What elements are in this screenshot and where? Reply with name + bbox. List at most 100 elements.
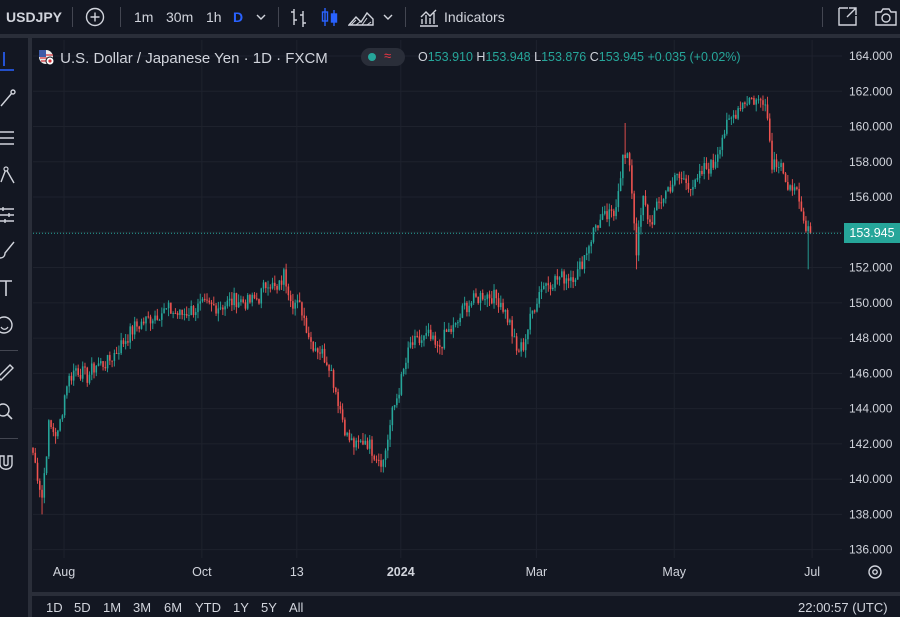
time-axis[interactable]: Aug Oct 13 2024 Mar May Jul <box>53 565 820 579</box>
candle-body <box>185 314 188 316</box>
candle-body <box>140 321 143 329</box>
candle-body <box>86 367 89 383</box>
interval-30m[interactable]: 30m <box>166 0 193 34</box>
fullscreen-button[interactable] <box>836 0 858 34</box>
candle-body <box>676 173 678 176</box>
interval-1m[interactable]: 1m <box>134 0 153 34</box>
candles-style-button[interactable] <box>320 0 340 34</box>
candles <box>32 95 812 515</box>
candle-body <box>396 398 398 406</box>
range-1y[interactable]: 1Y <box>233 600 249 615</box>
candle-body <box>264 282 267 289</box>
candle-body <box>382 459 385 467</box>
range-all[interactable]: All <box>289 600 303 615</box>
candle-body <box>680 178 683 180</box>
compare-symbol-button[interactable] <box>84 0 106 34</box>
candle-body <box>762 100 764 105</box>
candle-body <box>192 306 195 316</box>
candle-body <box>52 427 55 433</box>
candle-body <box>296 300 299 303</box>
brush-icon[interactable] <box>0 240 20 260</box>
candle-body <box>565 278 568 284</box>
candle-body <box>380 460 382 467</box>
interval-dropdown-button[interactable] <box>254 0 268 34</box>
candle-body <box>678 173 681 179</box>
market-status[interactable]: ≈ <box>361 48 405 66</box>
indicators-button[interactable]: Indicators <box>418 0 505 34</box>
candle-body <box>493 289 495 304</box>
chart-type-dropdown-button[interactable] <box>381 0 395 34</box>
candle-body <box>644 195 647 205</box>
candle-body <box>411 342 414 345</box>
candle-body <box>744 102 746 104</box>
y-tick-label: 136.000 <box>849 543 893 557</box>
candle-body <box>405 362 407 370</box>
forecast-icon[interactable] <box>0 204 20 224</box>
candle-body <box>339 405 342 410</box>
candle-body <box>540 289 543 293</box>
range-1d[interactable]: 1D <box>46 600 63 615</box>
candle-body <box>45 456 48 474</box>
candle-body <box>796 187 798 189</box>
range-ytd[interactable]: YTD <box>195 600 221 615</box>
symbol-search-button[interactable]: USDJPY <box>6 0 62 34</box>
ruler-icon[interactable] <box>0 363 20 383</box>
settings-gear-icon[interactable] <box>866 563 884 581</box>
interval-d[interactable]: D <box>233 0 243 34</box>
candlestick-chart[interactable]: 164.000162.000160.000158.000156.000154.0… <box>32 38 900 588</box>
open-external-icon <box>838 7 857 26</box>
zoom-icon[interactable] <box>0 402 20 422</box>
range-1m[interactable]: 1M <box>103 600 121 615</box>
clock[interactable]: 22:00:57 (UTC) <box>798 600 888 615</box>
candle-body <box>93 363 95 373</box>
emoji-icon[interactable] <box>0 315 20 335</box>
candle-body <box>260 288 263 304</box>
y-tick-label: 142.000 <box>849 437 893 451</box>
y-tick-label: 150.000 <box>849 296 893 310</box>
fib-icon[interactable] <box>0 128 20 148</box>
bar-style-button[interactable] <box>289 0 309 34</box>
candle-body <box>522 342 525 351</box>
trend-line-icon[interactable] <box>0 88 20 108</box>
price-axis[interactable]: 164.000162.000160.000158.000156.000154.0… <box>849 49 893 557</box>
candle-body <box>176 313 179 316</box>
interval-1h[interactable]: 1h <box>206 0 222 34</box>
range-5d[interactable]: 5D <box>74 600 91 615</box>
pattern-icon[interactable] <box>0 166 20 186</box>
candle-body <box>303 315 305 318</box>
candle-body <box>768 118 771 141</box>
candle-body <box>181 309 183 315</box>
candle-body <box>420 340 423 343</box>
candle-body <box>253 294 256 299</box>
candle-body <box>518 350 520 352</box>
symbol-title[interactable]: U.S. Dollar / Japanese Yen · 1D · FXCM <box>60 50 328 67</box>
candle-body <box>197 303 199 313</box>
x-tick-label: May <box>662 565 686 579</box>
candle-body <box>215 305 217 314</box>
candle-body <box>402 369 405 375</box>
area-style-button[interactable] <box>347 0 374 34</box>
candle-body <box>461 305 464 318</box>
range-5y[interactable]: 5Y <box>261 600 277 615</box>
candle-body <box>552 287 554 290</box>
candle-body <box>122 340 125 344</box>
candle-body <box>246 295 249 309</box>
range-6m[interactable]: 6M <box>164 600 182 615</box>
range-3m[interactable]: 3M <box>133 600 151 615</box>
candle-body <box>113 352 116 361</box>
candle-body <box>400 374 403 395</box>
candle-body <box>590 241 593 247</box>
y-tick-label: 148.000 <box>849 331 893 345</box>
candle-body <box>115 352 118 354</box>
magnet-icon[interactable] <box>0 452 20 472</box>
candle-body <box>219 307 222 309</box>
candle-body <box>77 368 79 375</box>
candle-body <box>398 394 400 399</box>
candle-body <box>111 360 113 362</box>
candle-body <box>88 374 91 383</box>
candle-body <box>328 364 330 371</box>
crosshair-icon[interactable] <box>0 52 20 72</box>
text-icon[interactable] <box>0 278 20 298</box>
candle-body <box>344 419 346 436</box>
snapshot-button[interactable] <box>874 0 898 34</box>
